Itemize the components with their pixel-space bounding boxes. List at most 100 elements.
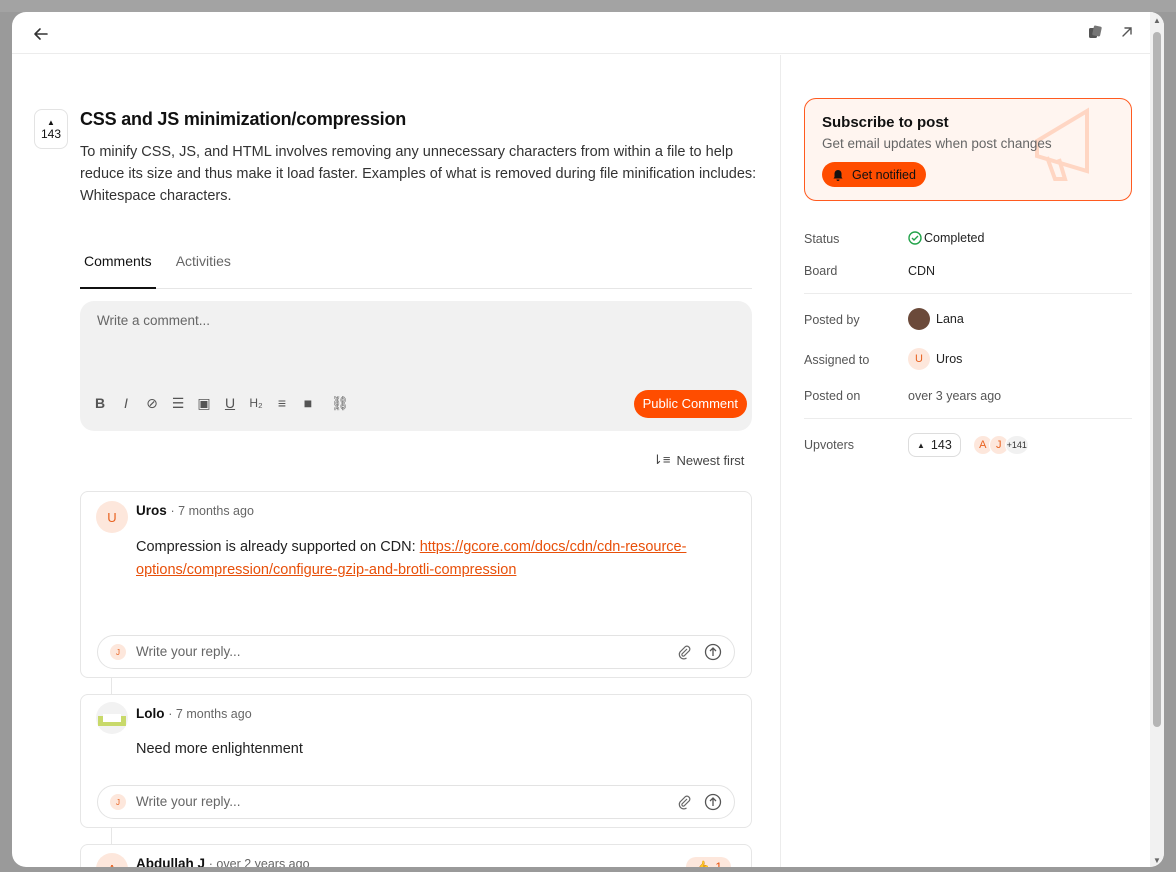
post-sidebar: Subscribe to post Get email updates when… <box>781 55 1150 867</box>
assigned-to-name: Uros <box>936 352 963 366</box>
scrollbar[interactable]: ▲ ▼ <box>1150 12 1164 867</box>
assigned-to-label: Assigned to <box>804 353 870 367</box>
check-circle-icon <box>908 231 922 245</box>
tab-activities[interactable]: Activities <box>172 250 235 289</box>
italic-icon[interactable]: I <box>116 393 136 413</box>
underline-icon[interactable]: U <box>220 393 240 413</box>
post-main: ▲ 143 CSS and JS minimization/compressio… <box>12 55 780 867</box>
tab-bar: Comments Activities <box>80 250 752 289</box>
get-notified-label: Get notified <box>852 167 916 182</box>
divider <box>804 293 1132 294</box>
assigned-to-value[interactable]: U Uros <box>908 348 962 370</box>
thread-line <box>111 678 112 694</box>
modal-topbar <box>12 12 1150 54</box>
comment-editor[interactable]: Write a comment... B I ⊘ ☰ ▣ U H₂ ≡ ■ ⛓ … <box>80 301 752 431</box>
backdrop <box>0 0 1176 12</box>
comment-text-prefix: Compression is already supported on CDN: <box>136 539 420 555</box>
open-external-button[interactable] <box>1118 23 1136 41</box>
comment-card: A Abdullah J · over 2 years ago 👍 1 <box>80 844 752 867</box>
code-icon[interactable]: ⊘ <box>142 393 162 413</box>
avatar: U <box>908 348 930 370</box>
bold-icon[interactable]: B <box>90 393 110 413</box>
reply-avatar: J <box>110 644 126 660</box>
editor-toolbar: B I ⊘ ☰ ▣ U H₂ ≡ ■ ⛓ <box>90 393 350 413</box>
status-text: Completed <box>924 231 985 245</box>
thread-line <box>111 828 112 844</box>
board-value[interactable]: CDN <box>908 264 935 278</box>
reaction-count: 1 <box>715 860 722 867</box>
avatar-image-icon <box>98 714 126 726</box>
divider <box>804 418 1132 419</box>
heading-icon[interactable]: H₂ <box>246 393 266 413</box>
caret-up-icon: ▲ <box>917 440 925 450</box>
sort-icon: ⇂≡ <box>652 452 671 467</box>
reply-input[interactable]: Write your reply... <box>136 644 241 659</box>
upvoter-avatars[interactable]: A J +141 <box>972 435 1029 455</box>
reaction-badge[interactable]: 👍 1 <box>686 857 731 867</box>
bookmark-cards-button[interactable] <box>1086 23 1104 41</box>
upvote-button[interactable]: ▲ 143 <box>34 109 68 149</box>
comment-author[interactable]: Uros <box>136 503 167 518</box>
posted-on-value: over 3 years ago <box>908 389 1002 403</box>
posted-by-label: Posted by <box>804 313 860 327</box>
arrow-up-right-icon <box>1122 27 1132 37</box>
comment-time: · 7 months ago <box>168 707 252 721</box>
comment-input[interactable]: Write a comment... <box>97 313 210 328</box>
paperclip-icon[interactable] <box>676 644 692 660</box>
upvoters-value: ▲ 143 A J +141 <box>908 433 1029 457</box>
post-title: CSS and JS minimization/compression <box>80 109 407 129</box>
comment-author[interactable]: Lolo <box>136 706 165 721</box>
public-comment-button[interactable]: Public Comment <box>633 390 747 418</box>
upvote-count-button[interactable]: ▲ 143 <box>908 433 961 457</box>
image-icon[interactable]: ▣ <box>194 393 214 413</box>
post-description: To minify CSS, JS, and HTML involves rem… <box>80 144 757 204</box>
back-button[interactable] <box>30 23 52 45</box>
comment-card: U Uros · 7 months ago Compression is alr… <box>80 491 752 678</box>
board-label: Board <box>804 264 838 278</box>
bullet-list-icon[interactable]: ☰ <box>168 393 188 413</box>
reply-input[interactable]: Write your reply... <box>136 794 241 809</box>
upvoters-label: Upvoters <box>804 438 855 452</box>
status-value: Completed <box>908 231 984 245</box>
arrow-left-icon <box>34 28 48 40</box>
link-icon[interactable]: ⛓ <box>330 393 350 413</box>
send-icon[interactable] <box>704 643 722 661</box>
tab-comments[interactable]: Comments <box>80 250 156 289</box>
avatar: U <box>96 501 128 533</box>
avatar <box>96 702 128 734</box>
numbered-list-icon[interactable]: ≡ <box>272 393 292 413</box>
scroll-thumb[interactable] <box>1153 32 1161 727</box>
get-notified-button[interactable]: Get notified <box>822 162 926 187</box>
caret-up-icon: ▲ <box>47 117 55 127</box>
post-modal: ▲ ▼ ▲ 143 CSS and JS minimization/compre… <box>12 12 1164 867</box>
subscribe-title: Subscribe to post <box>822 114 949 131</box>
scroll-down-icon[interactable]: ▼ <box>1153 856 1161 865</box>
posted-by-name: Lana <box>936 312 964 326</box>
avatar <box>908 308 930 330</box>
subscribe-card: Subscribe to post Get email updates when… <box>804 98 1132 201</box>
subscribe-description: Get email updates when post changes <box>822 136 1052 151</box>
comment-card: Lolo · 7 months ago Need more enlightenm… <box>80 694 752 828</box>
posted-on-label: Posted on <box>804 389 861 403</box>
paperclip-icon[interactable] <box>676 794 692 810</box>
send-icon[interactable] <box>704 793 722 811</box>
video-icon[interactable]: ■ <box>298 393 318 413</box>
posted-by-value[interactable]: Lana <box>908 308 964 330</box>
reply-field[interactable]: J Write your reply... <box>97 785 735 819</box>
comment-text: Compression is already supported on CDN:… <box>136 536 736 582</box>
status-label: Status <box>804 232 840 246</box>
upvoters-more-badge: +141 <box>1004 435 1029 455</box>
comment-time: · 7 months ago <box>170 504 254 518</box>
cards-icon <box>1089 25 1102 38</box>
comment-text: Need more enlightenment <box>136 741 303 757</box>
reply-avatar: J <box>110 794 126 810</box>
reply-field[interactable]: J Write your reply... <box>97 635 735 669</box>
sort-dropdown[interactable]: ⇂≡ Newest first <box>652 452 744 468</box>
avatar: A <box>96 853 128 867</box>
comment-author[interactable]: Abdullah J <box>136 856 205 867</box>
vote-count: 143 <box>40 126 62 141</box>
scroll-up-icon[interactable]: ▲ <box>1153 16 1161 25</box>
bell-icon <box>833 169 843 181</box>
comment-time: · over 2 years ago <box>208 857 310 867</box>
sort-label: Newest first <box>676 452 745 468</box>
